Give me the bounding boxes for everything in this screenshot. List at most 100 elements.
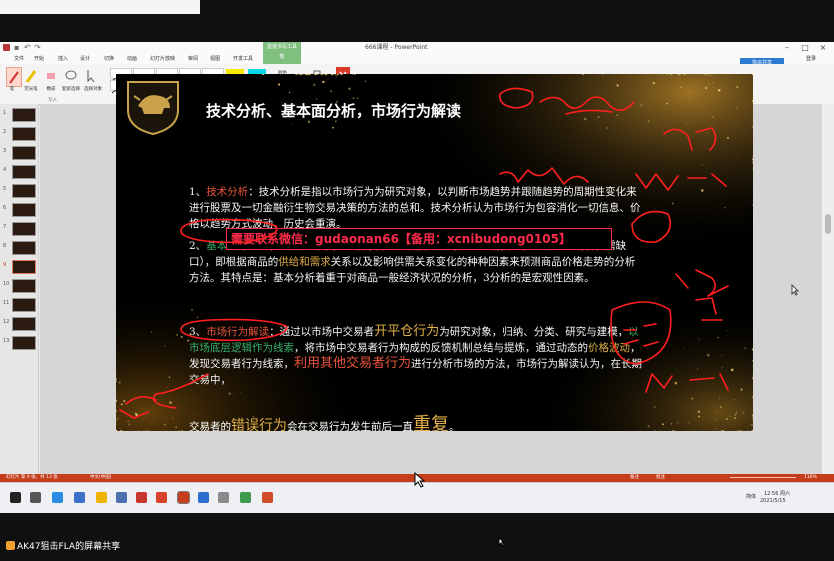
app-icon[interactable] [240,492,251,503]
lasso-tool-button[interactable] [64,67,78,85]
sign-in-link[interactable]: 登录 [806,54,816,64]
notes-button[interactable]: 备注 [630,474,639,482]
thumbnail-number: 13 [3,338,10,344]
menu-insert[interactable]: 插入 [58,54,68,64]
document-title: 666课程 - PowerPoint [365,44,428,51]
slide-thumbnail[interactable] [12,203,36,217]
slide-thumbnail[interactable] [12,165,36,179]
thumbnail-number: 5 [3,186,7,192]
slide-thumbnail-selected[interactable] [12,260,36,274]
slide-thumbnail[interactable] [12,298,36,312]
slide-thumbnail[interactable] [12,241,36,255]
ink-circle-right [631,210,672,243]
menu-review[interactable]: 审阅 [188,54,198,64]
thumbnail-number: 10 [3,281,10,287]
ime-indicator[interactable]: 简体 [746,493,756,500]
lasso-icon [65,70,77,80]
maximize-icon[interactable]: □ [796,42,814,54]
ink-scribble-right [663,127,717,151]
redo-icon[interactable]: ↷ [34,42,41,54]
ink-digits [623,323,659,347]
ink-scribble [675,269,729,297]
thumbnail-number: 3 [3,148,7,154]
zoom-level[interactable]: 116% [804,474,817,482]
save-icon[interactable]: ▪ [14,42,19,54]
thumbnail-number: 12 [3,319,10,325]
clock-date[interactable]: 2021/5/15 [760,498,786,504]
eraser-icon [47,73,55,79]
ink-scribble-bottom [645,373,729,393]
highlighter-tool-button[interactable] [24,67,38,85]
ink-tools-context-tab[interactable]: 墨迹书写工具 笔 [263,42,301,64]
ink-digits-right [695,297,723,321]
select-objects-button[interactable] [84,67,98,85]
write-group-label: 写入 [48,98,57,103]
app-icon[interactable] [74,492,85,503]
slide-thumbnail[interactable] [12,184,36,198]
app-icon[interactable] [198,492,209,503]
slide-thumbnail[interactable] [12,279,36,293]
ink-circle-fundamental [180,218,278,244]
slide-thumbnail[interactable] [12,336,36,350]
menu-slideshow[interactable]: 幻灯片放映 [150,54,175,64]
menu-file[interactable]: 文件 [14,54,24,64]
pen-icon [9,71,19,84]
slide-thumbnail[interactable] [12,222,36,236]
scrollbar-thumb[interactable] [825,214,831,234]
lasso-label: 套索选择 [62,87,80,92]
eraser-tool-button[interactable] [44,67,58,85]
highlighter-label: 荧光笔 [24,87,38,92]
menu-view[interactable]: 视图 [210,54,220,64]
comments-button[interactable]: 批注 [656,474,665,482]
thumbnail-number: 9 [3,262,7,268]
ink-stroke [565,109,613,115]
clock-time[interactable]: 12:56 周六 [764,490,790,497]
app-icon[interactable] [262,492,273,503]
mouse-cursor-icon [498,537,506,547]
pen-tab-label[interactable]: 笔 [263,52,301,62]
ink-arrow-left [152,373,209,409]
thumbnail-number: 7 [3,224,7,230]
edge-browser-icon[interactable] [52,492,63,503]
vertical-scrollbar[interactable] [822,104,834,474]
menu-bar: 文件 开始 插入 设计 切换 动画 幻灯片放映 审阅 视图 开发工具 登录 [0,54,834,64]
menu-transitions[interactable]: 切换 [104,54,114,64]
close-icon[interactable]: × [814,42,832,54]
ink-circle-top [499,87,534,109]
app-icon[interactable] [136,492,147,503]
ink-scribble-top [539,96,635,111]
search-icon[interactable] [30,492,41,503]
thumbnail-number: 2 [3,129,7,135]
menu-home[interactable]: 开始 [34,54,44,64]
zoom-slider[interactable] [730,477,796,478]
ink-scribble-left [119,396,157,419]
app-icon[interactable] [218,492,229,503]
minimize-icon[interactable]: – [778,42,796,54]
ink-wave [635,173,727,191]
pen-label: 笔 [9,87,15,92]
slide-thumbnail[interactable] [12,127,36,141]
slide-count: 幻灯片 第 9 张，共 13 张 [6,475,58,480]
file-explorer-icon[interactable] [96,492,107,503]
thumbnail-number: 1 [3,110,7,116]
menu-animations[interactable]: 动画 [127,54,137,64]
undo-icon[interactable]: ↶ [24,42,31,54]
pen-tool-button[interactable] [6,67,22,87]
slide-thumbnail[interactable] [12,317,36,331]
menu-design[interactable]: 设计 [80,54,90,64]
start-icon[interactable] [10,492,21,503]
slide-thumbnail[interactable] [12,146,36,160]
slide-thumbnail-panel: 1 2 3 4 5 6 7 8 9 10 11 12 13 [0,104,39,474]
menu-developer[interactable]: 开发工具 [233,54,253,64]
powerpoint-taskbar-icon[interactable] [177,491,190,504]
highlighter-icon [25,70,37,83]
slide[interactable]: 技术分析、基本面分析，市场行为解读 1、技术分析：技术分析是指以市场行为为研究对… [116,74,753,431]
app-icon[interactable] [156,492,167,503]
thumbnail-number: 6 [3,205,7,211]
app-icon[interactable] [116,492,127,503]
slide-thumbnail[interactable] [12,108,36,122]
thumbnail-number: 8 [3,243,7,249]
screen-share-label: AK47狙击FLA的屏幕共享 [6,540,120,554]
language-indicator: 中文(中国) [90,475,112,480]
ink-tools-group-label: 墨迹书写工具 [266,44,297,50]
